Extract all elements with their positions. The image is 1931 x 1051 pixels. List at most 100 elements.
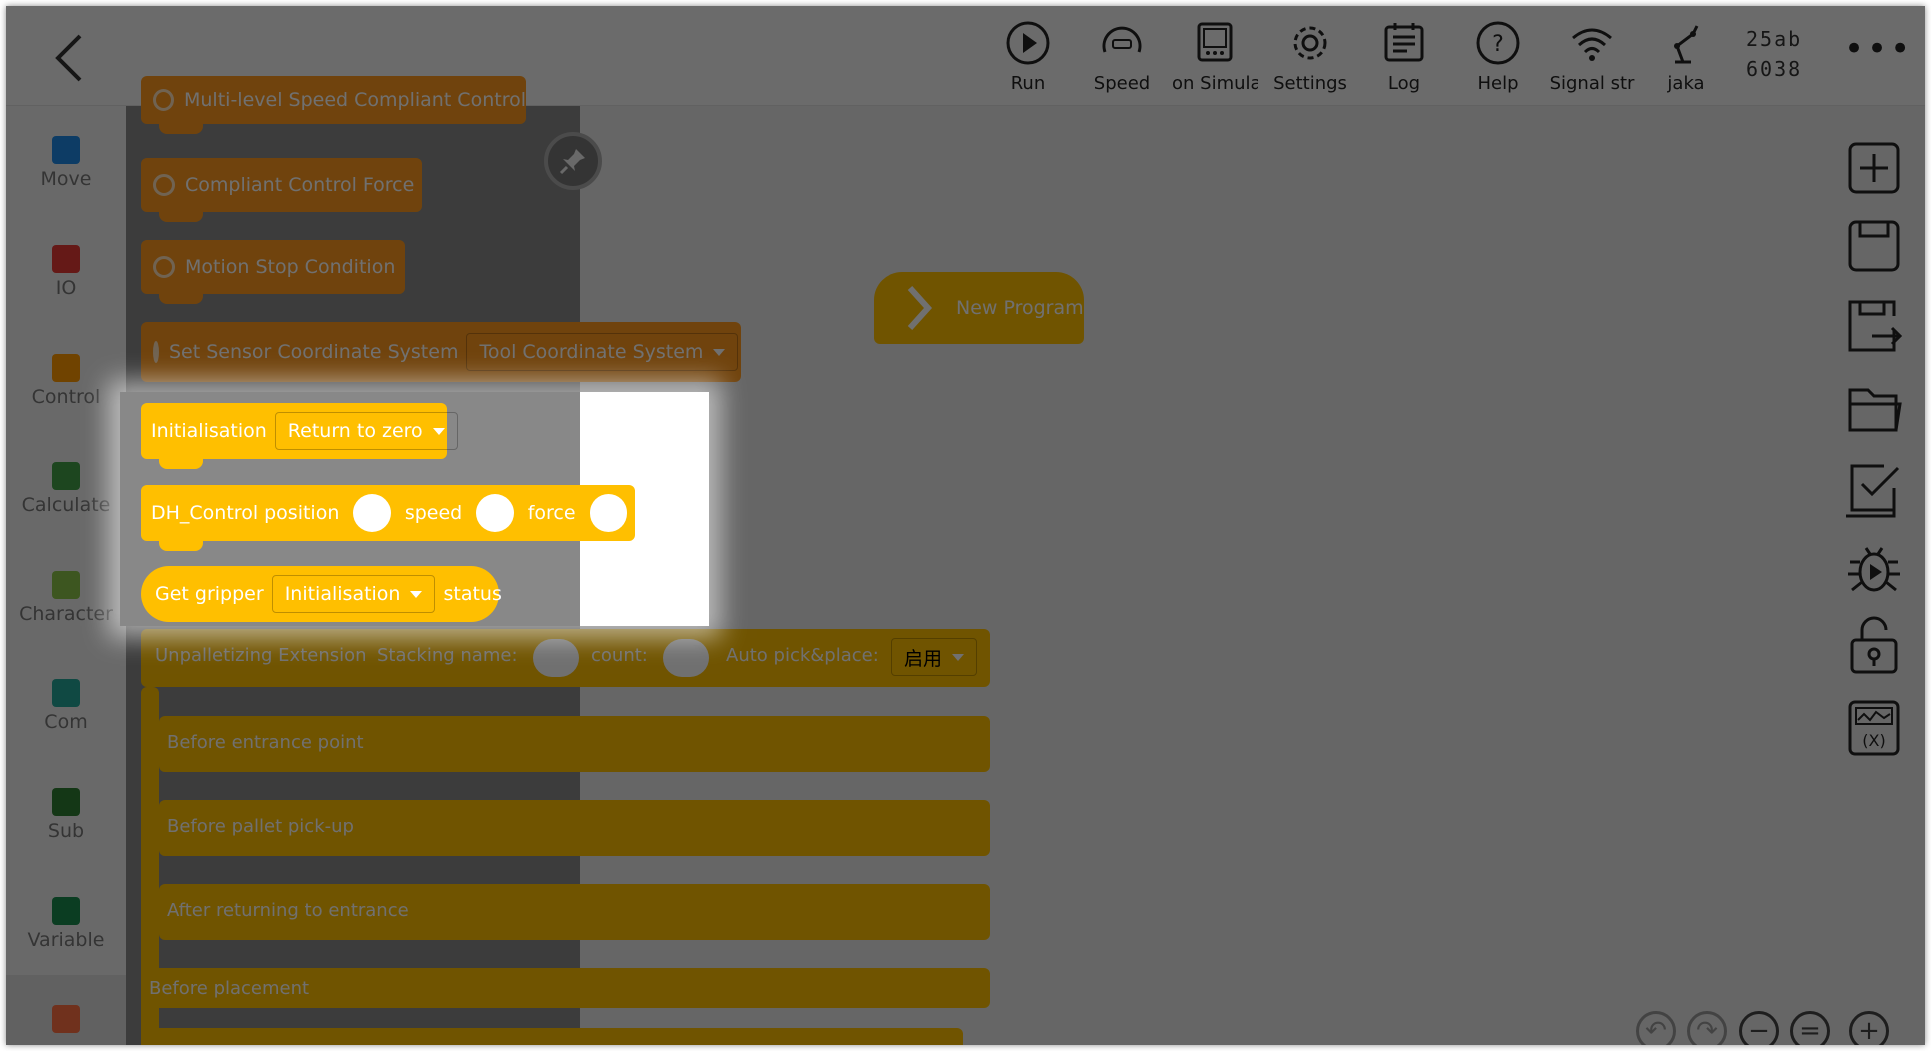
open-folder-icon [1848,388,1902,432]
svg-text:?: ? [1492,32,1504,57]
zoom-reset-button[interactable]: = [1790,1011,1830,1045]
pin-flyout-button[interactable] [544,132,602,190]
wifi-icon [1572,28,1612,61]
block-compliant-control-force[interactable]: Compliant Control Force [141,158,422,222]
block-category-sidebar: Move IO Control Calculate Character Com … [6,106,126,1045]
category-sub[interactable]: Sub [6,758,126,858]
run-button[interactable]: Run [984,20,1072,102]
redo-icon: ↷ [1696,1016,1718,1045]
chevron-down-icon [713,348,726,356]
chevron-down-icon [432,427,445,435]
count-input[interactable] [663,639,709,677]
play-circle-icon [1006,21,1050,65]
speed-button[interactable]: Speed [1078,20,1166,102]
category-variable[interactable]: Variable [6,867,126,967]
calculate-icon [52,462,80,490]
slot-before-placement: Before placement [141,968,990,1008]
category-com[interactable]: Com [6,649,126,749]
category-calculate[interactable]: Calculate [6,432,126,532]
force-sensor-icon [153,174,175,196]
simulation-icon [1197,22,1233,62]
new-program-block[interactable]: New Program [874,272,1084,344]
slot-before-entrance: Before entrance point [159,716,990,772]
force-input[interactable] [589,494,627,532]
save-as-icon [1848,300,1903,352]
robot-arm-icon [1674,25,1699,64]
category-move[interactable]: Move [6,106,126,206]
block-multi-speed-compliance[interactable]: Multi-level Speed Compliant Control [141,76,526,134]
simulation-button[interactable]: on Simulation [1172,20,1258,102]
block-initialisation[interactable]: Initialisation Return to zero [141,403,458,469]
force-sensor-icon [153,341,159,363]
category-control[interactable]: Control [6,324,126,424]
variable-monitor-icon: (X) [1848,700,1900,756]
more-menu-button[interactable]: ••• [1844,32,1913,66]
force-sensor-icon [153,256,175,278]
app-window: Run Speed on Simulation Settings Log ? H… [6,6,1925,1045]
pin-icon [559,149,585,175]
gear-icon [1293,26,1327,60]
add-program-button[interactable] [1844,138,1904,198]
settings-button[interactable]: Settings [1266,20,1354,102]
zoom-reset-icon: = [1799,1016,1821,1045]
zoom-in-icon: + [1858,1016,1880,1045]
position-input[interactable] [353,494,391,532]
signal-label: Signal str [1549,73,1635,94]
speed-label: Speed [1093,73,1151,94]
force-sensor-icon [153,89,174,111]
lock-icon [1850,616,1898,674]
open-program-button[interactable] [1844,378,1904,438]
debug-icon [1848,547,1900,592]
help-button[interactable]: ? Help [1454,20,1542,102]
debug-button[interactable] [1844,538,1904,598]
category-io[interactable]: IO [6,215,126,315]
run-label: Run [1010,73,1046,94]
block-set-sensor-coordinate[interactable]: Set Sensor Coordinate System Tool Coordi… [141,322,741,382]
redo-button[interactable]: ↷ [1687,1011,1727,1045]
help-icon: ? [1476,21,1520,65]
category-character[interactable]: Character [6,541,126,641]
help-label: Help [1477,73,1519,94]
zoom-in-button[interactable]: + [1849,1011,1889,1045]
category-extension[interactable] [6,975,126,1045]
control-icon [52,354,80,382]
add-icon [1848,142,1900,194]
start-arrow-icon [907,285,933,331]
extension-icon [52,1005,80,1033]
speedometer-icon [1102,26,1142,53]
checklist-icon [1846,464,1900,518]
signal-strength-button[interactable]: Signal str [1548,20,1636,102]
auto-pick-dropdown[interactable]: 启用 [891,638,978,676]
save-as-button[interactable] [1844,296,1904,356]
block-get-gripper-status[interactable]: Get gripper Initialisation status [141,566,502,622]
stacking-name-input[interactable] [533,639,579,677]
chevron-left-icon [55,34,82,82]
block-motion-stop-condition[interactable]: Motion Stop Condition [141,240,405,304]
chevron-down-icon [952,653,965,661]
coordinate-system-dropdown[interactable]: Tool Coordinate System [466,333,739,371]
block-next-partial[interactable] [141,1028,963,1045]
lock-button[interactable] [1844,616,1904,676]
robot-id: 25ab 6038 [1746,27,1803,81]
save-button[interactable] [1844,216,1904,276]
block-dh-control[interactable]: DH_Control position speed force [141,485,635,551]
robot-label: jaka [1667,73,1705,94]
save-icon [1848,220,1900,272]
robot-select-button[interactable]: jaka [1642,20,1730,102]
undo-button[interactable]: ↶ [1636,1011,1676,1045]
gripper-status-dropdown[interactable]: Initialisation [271,575,436,613]
settings-label: Settings [1273,73,1347,94]
variable-monitor-button[interactable]: (X) [1844,698,1904,758]
check-program-button[interactable] [1844,458,1904,518]
sub-icon [52,788,80,816]
back-button[interactable] [42,28,96,88]
log-label: Log [1387,73,1421,94]
zoom-out-button[interactable]: − [1739,1011,1779,1045]
block-unpalletizing-extension[interactable]: Unpalletizing Extension Stacking name: c… [141,629,990,687]
svg-text:(X): (X) [1862,731,1885,750]
initialisation-mode-dropdown[interactable]: Return to zero [274,412,458,450]
undo-icon: ↶ [1645,1016,1667,1045]
character-icon [52,571,80,599]
log-button[interactable]: Log [1360,20,1448,102]
speed-input[interactable] [476,494,514,532]
